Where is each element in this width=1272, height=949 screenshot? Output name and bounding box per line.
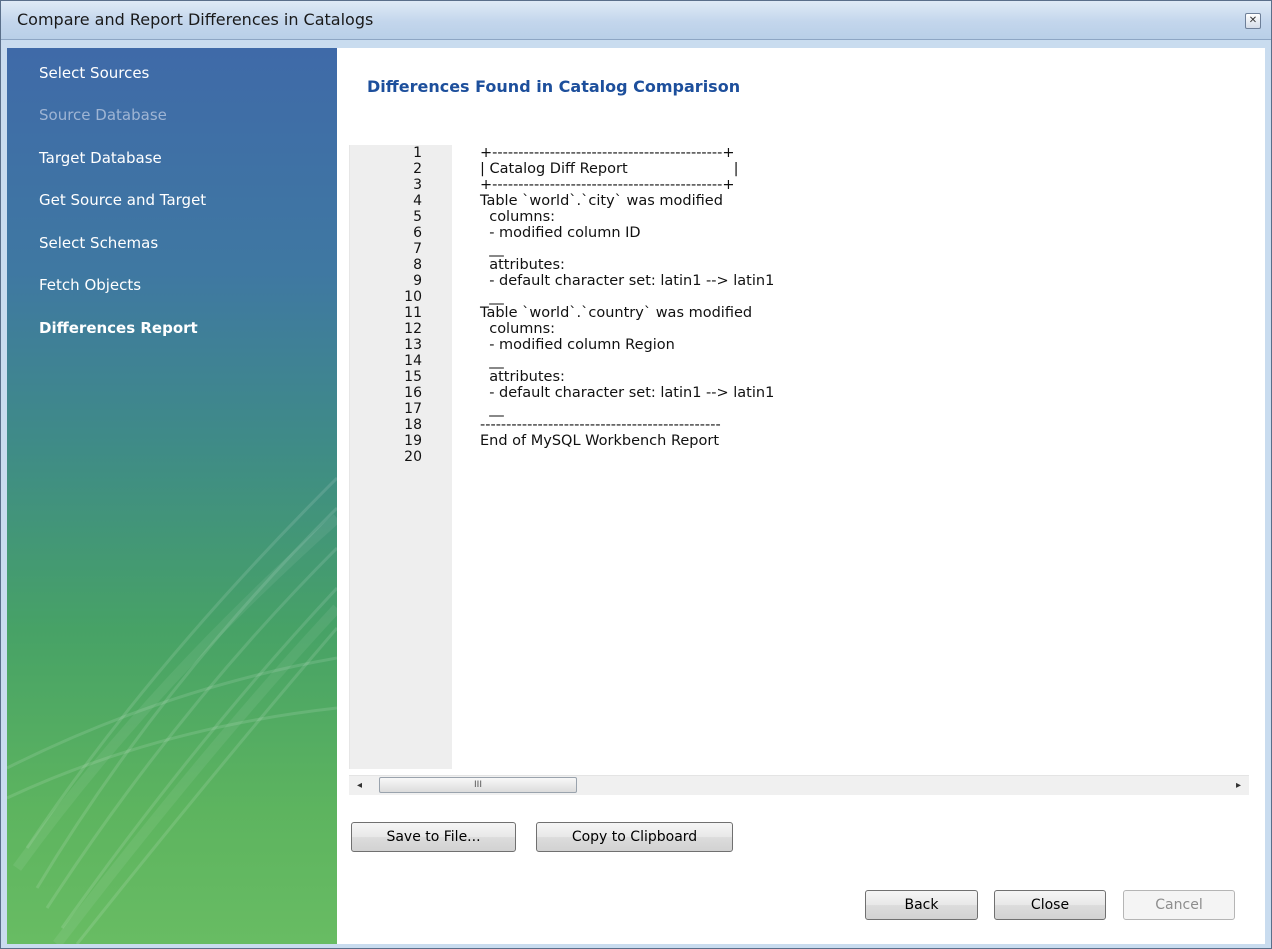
wizard-sidebar: Select Sources Source Database Target Da… [7, 48, 337, 944]
title-bar[interactable]: Compare and Report Differences in Catalo… [1, 1, 1271, 40]
line-number: 18 [404, 417, 422, 433]
scrollbar-thumb[interactable]: III [379, 777, 577, 793]
sidebar-item-select-schemas[interactable]: Select Schemas [39, 234, 158, 252]
line-number: 9 [413, 273, 422, 289]
sidebar-item-differences-report[interactable]: Differences Report [39, 319, 198, 337]
report-line: __ [480, 353, 504, 369]
scroll-right-arrow-icon[interactable]: ▸ [1230, 778, 1247, 793]
main-panel: Differences Found in Catalog Comparison … [337, 48, 1265, 944]
report-line [480, 449, 774, 465]
line-number: 6 [413, 225, 422, 241]
line-number: 3 [413, 177, 422, 193]
line-number: 17 [404, 401, 422, 417]
report-line: - modified column Region [480, 337, 675, 353]
report-line: __ [480, 401, 504, 417]
dialog-window: Compare and Report Differences in Catalo… [0, 0, 1272, 949]
line-number: 4 [413, 193, 422, 209]
report-line: attributes: [480, 257, 565, 273]
report-text-editor[interactable]: 1 2 3 4 5 6 7 8 9 10 11 12 13 14 15 16 17 18 19 20 +-------… [349, 145, 1250, 769]
line-number: 5 [413, 209, 422, 225]
back-button[interactable]: Back [865, 890, 978, 920]
cancel-button: Cancel [1123, 890, 1235, 920]
report-line: - default character set: latin1 --> lati… [480, 273, 775, 289]
report-line: | Catalog Diff Report | [480, 161, 739, 177]
sidebar-decoration [7, 476, 337, 944]
close-button[interactable]: Close [994, 890, 1106, 920]
report-line: __ [480, 289, 504, 305]
page-title: Differences Found in Catalog Comparison [367, 77, 741, 96]
line-number: 2 [413, 161, 422, 177]
sidebar-item-source-database: Source Database [39, 106, 167, 124]
line-number: 8 [413, 257, 422, 273]
line-number: 7 [413, 241, 422, 257]
scrollbar-grip-icon: III [474, 780, 482, 790]
save-to-file-button[interactable]: Save to File... [351, 822, 516, 852]
line-number: 14 [404, 353, 422, 369]
report-line: +---------------------------------------… [480, 145, 735, 161]
line-number: 13 [404, 337, 422, 353]
report-line: ----------------------------------------… [480, 417, 721, 433]
sidebar-item-target-database[interactable]: Target Database [39, 149, 162, 167]
line-number: 15 [404, 369, 422, 385]
copy-to-clipboard-button[interactable]: Copy to Clipboard [536, 822, 733, 852]
line-number: 20 [404, 449, 422, 465]
report-line: Table `world`.`city` was modified [480, 193, 723, 209]
report-line: End of MySQL Workbench Report [480, 433, 720, 449]
line-numbers: 1 2 3 4 5 6 7 8 9 10 11 12 13 14 15 16 17 18 19 20 [350, 145, 422, 465]
report-line: +---------------------------------------… [480, 177, 735, 193]
report-line: Table `world`.`country` was modified [480, 305, 753, 321]
report-line: attributes: [480, 369, 565, 385]
horizontal-scrollbar[interactable]: ◂ III ▸ [349, 775, 1249, 795]
report-line: columns: [480, 321, 556, 337]
line-number: 19 [404, 433, 422, 449]
line-number: 10 [404, 289, 422, 305]
report-line: - modified column ID [480, 225, 641, 241]
report-line: - default character set: latin1 --> lati… [480, 385, 775, 401]
sidebar-item-fetch-objects[interactable]: Fetch Objects [39, 276, 141, 294]
close-icon[interactable]: ✕ [1245, 13, 1261, 29]
line-number: 11 [404, 305, 422, 321]
line-number: 1 [413, 145, 422, 161]
report-text[interactable]: +---------------------------------------… [480, 145, 774, 465]
line-number: 12 [404, 321, 422, 337]
line-number-gutter: 1 2 3 4 5 6 7 8 9 10 11 12 13 14 15 16 17 18 19 20 [350, 145, 452, 769]
report-line: columns: [480, 209, 556, 225]
sidebar-item-select-sources[interactable]: Select Sources [39, 64, 149, 82]
report-line: __ [480, 241, 504, 257]
scroll-left-arrow-icon[interactable]: ◂ [351, 778, 368, 793]
line-number: 16 [404, 385, 422, 401]
window-title: Compare and Report Differences in Catalo… [17, 10, 374, 29]
sidebar-item-get-source-and-target[interactable]: Get Source and Target [39, 191, 206, 209]
